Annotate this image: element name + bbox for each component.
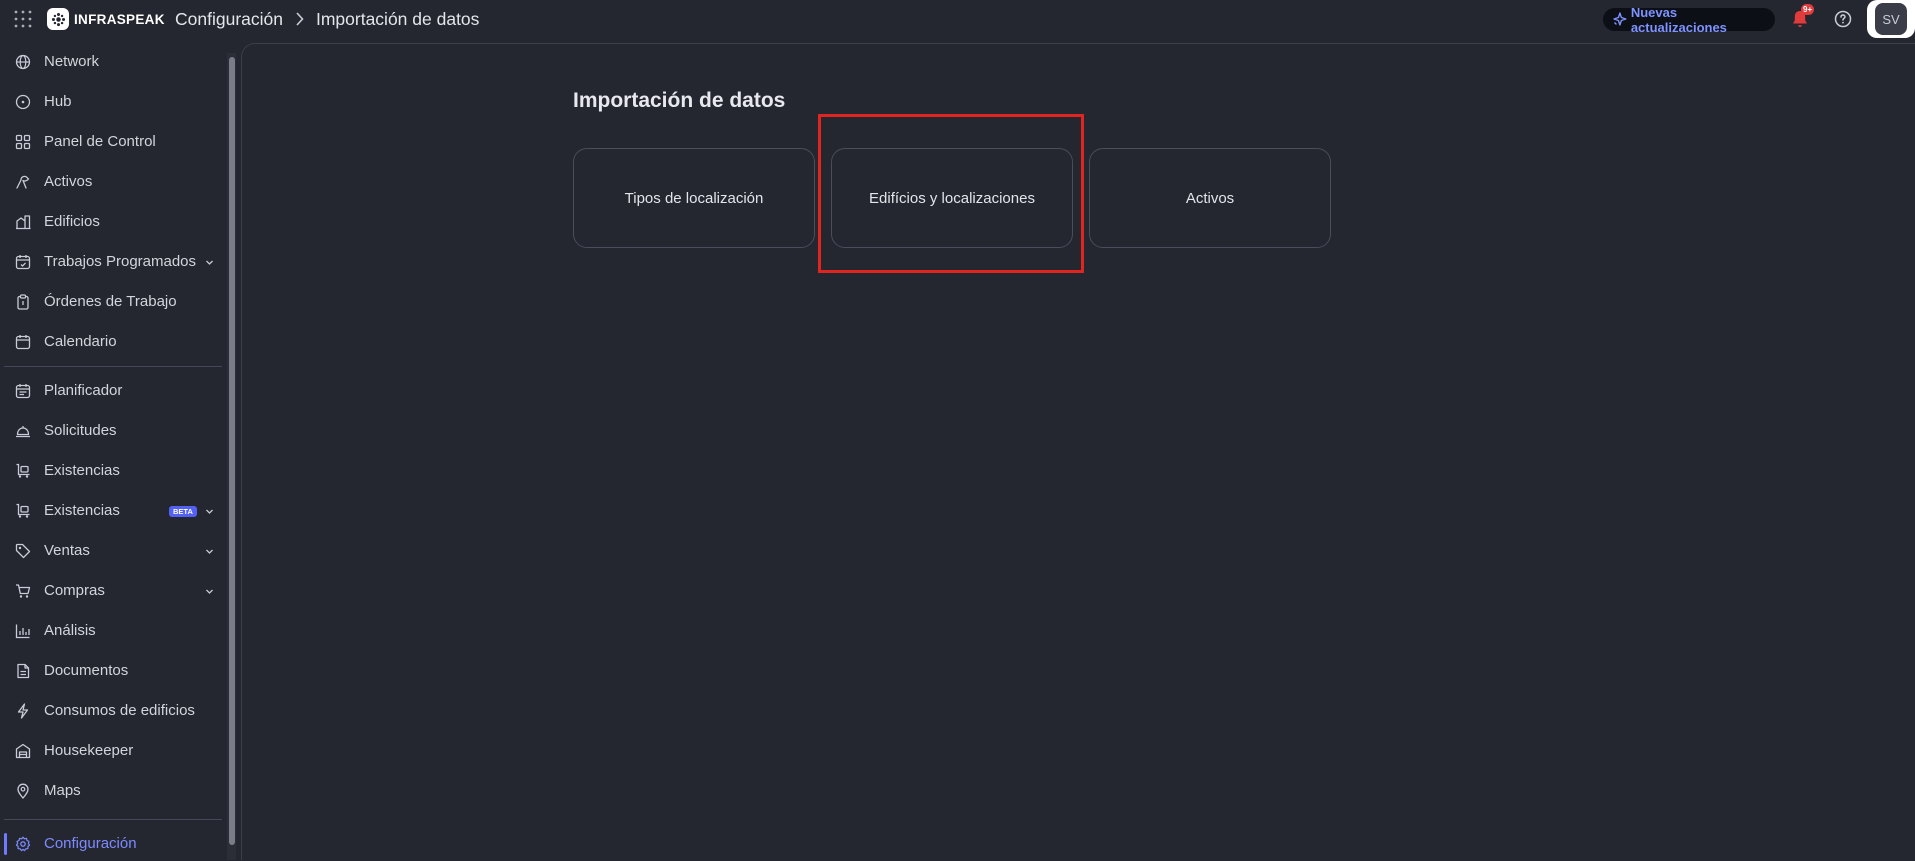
planner-icon bbox=[15, 384, 31, 399]
sidebar-item-housekeeper[interactable]: Housekeeper bbox=[0, 734, 222, 768]
help-icon[interactable] bbox=[1833, 9, 1853, 29]
sidebar-item-label: Network bbox=[44, 53, 100, 70]
chart-icon bbox=[15, 624, 30, 639]
sidebar-item-label: Ventas bbox=[44, 542, 90, 559]
chevron-down-icon bbox=[206, 549, 213, 554]
calendar-icon bbox=[15, 335, 31, 350]
sidebar-item-panel-de-control[interactable]: Panel de Control bbox=[0, 125, 222, 159]
sidebar-item-edificios[interactable]: Edificios bbox=[0, 205, 222, 239]
sidebar-item-label: Trabajos Programados bbox=[44, 253, 197, 270]
sidebar-item-label: Análisis bbox=[44, 622, 96, 639]
sidebar-item-label: Edificios bbox=[44, 213, 100, 230]
gear-icon bbox=[15, 836, 31, 852]
sidebar-item-label: Configuración bbox=[44, 835, 137, 852]
chevron-down-icon bbox=[206, 589, 213, 594]
sidebar-item-ventas[interactable]: Ventas bbox=[0, 534, 222, 568]
infraspeak-logo[interactable]: INFRASPEAK bbox=[47, 8, 165, 30]
hub-icon bbox=[15, 94, 31, 110]
sidebar: Network Hub Panel de Control Activos Edi… bbox=[0, 43, 236, 860]
housekeeper-icon bbox=[15, 743, 31, 759]
sidebar-item-planificador[interactable]: Planificador bbox=[0, 374, 222, 408]
sidebar-divider bbox=[4, 819, 222, 820]
sidebar-item-analisis[interactable]: Análisis bbox=[0, 614, 222, 648]
avatar[interactable]: SV bbox=[1875, 3, 1907, 35]
card-tipos-de-localizacion[interactable]: Tipos de localización bbox=[573, 148, 815, 248]
tag-icon bbox=[15, 543, 31, 559]
sidebar-item-ordenes-de-trabajo[interactable]: Órdenes de Trabajo bbox=[0, 285, 222, 319]
sidebar-item-existencias[interactable]: Existencias bbox=[0, 454, 222, 488]
avatar-container: SV bbox=[1867, 0, 1915, 38]
sidebar-item-label: Calendario bbox=[44, 333, 117, 350]
bolt-icon bbox=[17, 703, 29, 719]
stock-icon bbox=[16, 463, 30, 478]
apps-grid-icon[interactable] bbox=[14, 10, 32, 28]
sidebar-item-label: Hub bbox=[44, 93, 72, 110]
card-activos[interactable]: Activos bbox=[1089, 148, 1331, 248]
cart-icon bbox=[16, 584, 31, 598]
card-label: Activos bbox=[1185, 189, 1235, 207]
building-icon bbox=[16, 215, 31, 230]
sidebar-item-label: Compras bbox=[44, 582, 105, 599]
sidebar-item-consumos-de-edificios[interactable]: Consumos de edificios bbox=[0, 694, 222, 728]
calendar-repeat-icon bbox=[15, 255, 31, 270]
dashboard-icon bbox=[15, 134, 31, 150]
sidebar-item-hub[interactable]: Hub bbox=[0, 85, 222, 119]
top-bar: INFRASPEAK Configuración Importación de … bbox=[0, 0, 1915, 38]
sidebar-item-trabajos-programados[interactable]: Trabajos Programados bbox=[0, 245, 222, 279]
sidebar-divider bbox=[4, 366, 222, 367]
sidebar-item-label: Planificador bbox=[44, 382, 123, 399]
chevron-down-icon bbox=[206, 260, 213, 265]
page-title: Importación de datos bbox=[573, 89, 786, 112]
breadcrumb-parent[interactable]: Configuración bbox=[175, 9, 283, 30]
sidebar-item-label: Maps bbox=[44, 782, 81, 799]
bell-service-icon bbox=[16, 426, 30, 438]
sidebar-scrollbar-thumb[interactable] bbox=[229, 57, 235, 845]
sidebar-item-label: Activos bbox=[44, 173, 93, 190]
breadcrumb: Configuración Importación de datos bbox=[175, 0, 479, 38]
map-pin-icon bbox=[17, 783, 29, 799]
sidebar-item-calendario[interactable]: Calendario bbox=[0, 325, 222, 359]
sidebar-item-label: Documentos bbox=[44, 662, 129, 679]
sidebar-item-compras[interactable]: Compras bbox=[0, 574, 222, 608]
sidebar-item-network[interactable]: Network bbox=[0, 45, 222, 79]
sidebar-item-label: Housekeeper bbox=[44, 742, 134, 759]
sidebar-item-configuracion[interactable]: Configuración bbox=[0, 827, 222, 861]
breadcrumb-current: Importación de datos bbox=[315, 8, 480, 29]
sidebar-item-label: Consumos de edificios bbox=[44, 702, 195, 719]
sparkles-icon bbox=[1613, 12, 1627, 26]
logo-mark-icon bbox=[47, 8, 69, 30]
globe-icon bbox=[15, 54, 31, 70]
sidebar-item-maps[interactable]: Maps bbox=[0, 774, 222, 808]
card-edificios-y-localizaciones[interactable]: Edifícios y localizaciones bbox=[831, 148, 1073, 248]
document-icon bbox=[17, 663, 30, 679]
clipboard-icon bbox=[17, 294, 29, 310]
card-label: Tipos de localización bbox=[624, 189, 764, 207]
sidebar-item-label: Existencias bbox=[44, 462, 120, 479]
sidebar-item-existencias-beta[interactable]: Existencias BETA bbox=[0, 494, 222, 528]
sidebar-item-solicitudes[interactable]: Solicitudes bbox=[0, 414, 222, 448]
stock-icon bbox=[16, 503, 30, 518]
sidebar-item-label: Solicitudes bbox=[44, 422, 117, 439]
beta-badge: BETA bbox=[169, 506, 197, 517]
card-label: Edifícios y localizaciones bbox=[869, 189, 1035, 207]
new-updates-button[interactable]: Nuevas actualizaciones bbox=[1603, 5, 1775, 35]
sidebar-item-label: Órdenes de Trabajo bbox=[44, 293, 177, 310]
new-updates-label: Nuevas actualizaciones bbox=[1630, 4, 1727, 35]
sidebar-item-documentos[interactable]: Documentos bbox=[0, 654, 222, 688]
main-content bbox=[241, 43, 1915, 860]
chevron-down-icon bbox=[206, 509, 213, 514]
active-indicator bbox=[4, 833, 7, 855]
brand-name: INFRASPEAK bbox=[74, 11, 165, 27]
notifications-count-badge: 9+ bbox=[1801, 4, 1815, 15]
assets-icon bbox=[16, 175, 30, 189]
sidebar-item-label: Panel de Control bbox=[44, 133, 156, 150]
sidebar-item-label: Existencias bbox=[44, 502, 120, 519]
chevron-right-icon bbox=[295, 12, 304, 26]
sidebar-item-activos[interactable]: Activos bbox=[0, 165, 222, 199]
